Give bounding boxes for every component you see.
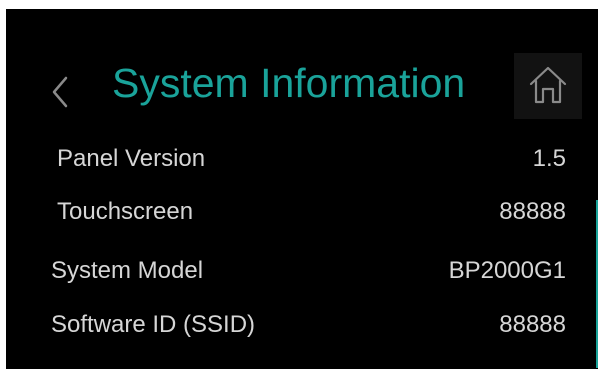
chevron-left-icon: [52, 76, 68, 108]
system-model-value: BP2000G1: [448, 257, 566, 284]
home-button[interactable]: [514, 53, 582, 119]
back-button[interactable]: [46, 69, 82, 115]
software-id-value: 88888: [499, 311, 566, 338]
touchscreen-label: Touchscreen: [57, 198, 194, 225]
page-title: System Information: [112, 60, 466, 106]
scrollbar-track[interactable]: [596, 200, 598, 368]
software-id-label: Software ID (SSID): [51, 311, 256, 338]
home-icon: [529, 66, 567, 104]
system-info-screen: System Information Panel Version 1.5 Tou…: [6, 9, 598, 369]
system-model-label: System Model: [51, 257, 204, 284]
info-row-software-id: Software ID (SSID) 88888: [6, 129, 598, 338]
touchscreen-value: 88888: [499, 198, 566, 225]
info-list: Panel Version 1.5 Touchscreen 88888 Syst…: [6, 129, 598, 369]
